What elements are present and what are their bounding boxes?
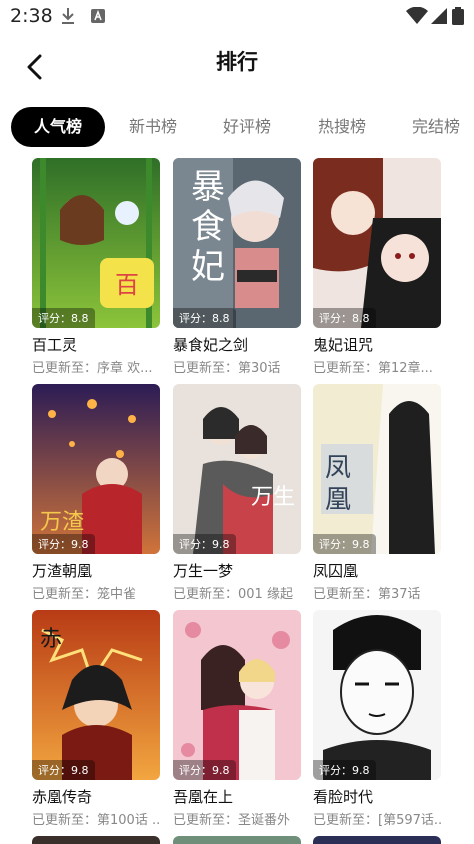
comic-title: 赤凰传奇 xyxy=(32,788,93,806)
tab-completed[interactable]: 完结榜 xyxy=(396,107,474,147)
tab-hot-search[interactable]: 热搜榜 xyxy=(302,107,382,147)
score-badge: 评分：8.8 xyxy=(32,308,95,328)
comic-cover: 暴 食 妃 评分：8.8 xyxy=(173,158,301,328)
comic-update: 已更新至：第30话 xyxy=(173,361,281,376)
comic-update: 已更新至：001 缘起 xyxy=(173,587,293,602)
score-badge: 评分：8.8 xyxy=(173,308,236,328)
status-bar: 2:38 xyxy=(0,0,474,34)
tab-new-books[interactable]: 新书榜 xyxy=(113,107,193,147)
comic-title: 百工灵 xyxy=(32,336,78,354)
status-time: 2:38 xyxy=(10,5,53,27)
comic-card[interactable]: 评分：8.8 鬼妃诅咒 已更新至：第12章... xyxy=(313,158,441,376)
comic-update: 已更新至：圣诞番外 xyxy=(173,813,291,828)
svg-text:赤: 赤 xyxy=(40,627,62,652)
comic-update: 已更新至：第37话 xyxy=(313,587,421,602)
score-badge: 评分：9.8 xyxy=(32,534,95,554)
battery-icon xyxy=(452,7,464,29)
svg-text:凤: 凤 xyxy=(325,453,351,483)
app-notification-icon xyxy=(90,7,106,29)
comic-card-partial[interactable] xyxy=(313,836,441,844)
score-badge: 评分：8.8 xyxy=(313,308,376,328)
comic-update: 已更新至：第100话 ... xyxy=(32,813,160,828)
svg-text:食: 食 xyxy=(191,207,225,247)
comic-title: 吾凰在上 xyxy=(173,788,234,806)
tab-top-rated[interactable]: 好评榜 xyxy=(207,107,287,147)
comic-update: 已更新至：[第597话... xyxy=(313,813,441,828)
header: 排行 xyxy=(0,34,474,100)
ranking-tabs: 人气榜 新书榜 好评榜 热搜榜 完结榜 xyxy=(0,107,474,147)
comic-card-partial[interactable] xyxy=(173,836,301,844)
comic-cover: 评分：8.8 xyxy=(313,158,441,328)
comic-card[interactable]: 评分：9.8 吾凰在上 已更新至：圣诞番外 xyxy=(173,610,301,828)
comic-title: 鬼妃诅咒 xyxy=(313,336,374,354)
comic-cover: 凤 凰 评分：9.8 xyxy=(313,384,441,554)
cellular-signal-icon xyxy=(430,7,448,29)
comic-title: 凤囚凰 xyxy=(313,562,359,580)
score-badge: 评分：9.8 xyxy=(173,760,236,780)
comic-title: 万生一梦 xyxy=(173,562,234,580)
comic-cover: 万生 评分：9.8 xyxy=(173,384,301,554)
comic-cover: 评分：9.8 xyxy=(173,610,301,780)
page-title: 排行 xyxy=(216,50,258,74)
comic-title: 看脸时代 xyxy=(313,788,374,806)
comic-card[interactable]: 万生 评分：9.8 万生一梦 已更新至：001 缘起 xyxy=(173,384,301,602)
tab-popular[interactable]: 人气榜 xyxy=(11,107,105,147)
svg-text:暴: 暴 xyxy=(191,167,225,207)
comic-card-partial[interactable] xyxy=(32,836,160,844)
svg-text:万生: 万生 xyxy=(251,485,295,510)
svg-text:凰: 凰 xyxy=(325,485,351,515)
comic-cover: 赤 评分：9.8 xyxy=(32,610,160,780)
comic-card[interactable]: 评分：9.8 看脸时代 已更新至：[第597话... xyxy=(313,610,441,828)
comic-title: 万渣朝凰 xyxy=(32,562,93,580)
comic-update: 已更新至：序章 欢... xyxy=(32,361,153,376)
comic-update: 已更新至：笼中雀 xyxy=(32,587,137,602)
comic-cover: 评分：9.8 xyxy=(313,610,441,780)
comic-card[interactable]: 百 评分：8.8 百工灵 已更新至：序章 欢... xyxy=(32,158,160,376)
comic-card[interactable]: 暴 食 妃 评分：8.8 暴食妃之剑 已更新至：第30话 xyxy=(173,158,301,376)
score-badge: 评分：9.8 xyxy=(173,534,236,554)
comic-card[interactable]: 赤 评分：9.8 赤凰传奇 已更新至：第100话 ... xyxy=(32,610,160,828)
svg-text:妃: 妃 xyxy=(191,247,225,287)
svg-text:百: 百 xyxy=(115,271,139,299)
score-badge: 评分：9.8 xyxy=(32,760,95,780)
comic-cover: 万渣 评分：9.8 xyxy=(32,384,160,554)
svg-text:万渣: 万渣 xyxy=(40,510,84,535)
download-icon xyxy=(60,7,76,29)
comic-card[interactable]: 万渣 评分：9.8 万渣朝凰 已更新至：笼中雀 xyxy=(32,384,160,602)
comic-cover: 百 评分：8.8 xyxy=(32,158,160,328)
score-badge: 评分：9.8 xyxy=(313,534,376,554)
score-badge: 评分：9.8 xyxy=(313,760,376,780)
wifi-icon xyxy=(406,6,428,29)
comic-card[interactable]: 凤 凰 评分：9.8 凤囚凰 已更新至：第37话 xyxy=(313,384,441,602)
comic-title: 暴食妃之剑 xyxy=(173,336,249,354)
comic-update: 已更新至：第12章... xyxy=(313,361,433,376)
